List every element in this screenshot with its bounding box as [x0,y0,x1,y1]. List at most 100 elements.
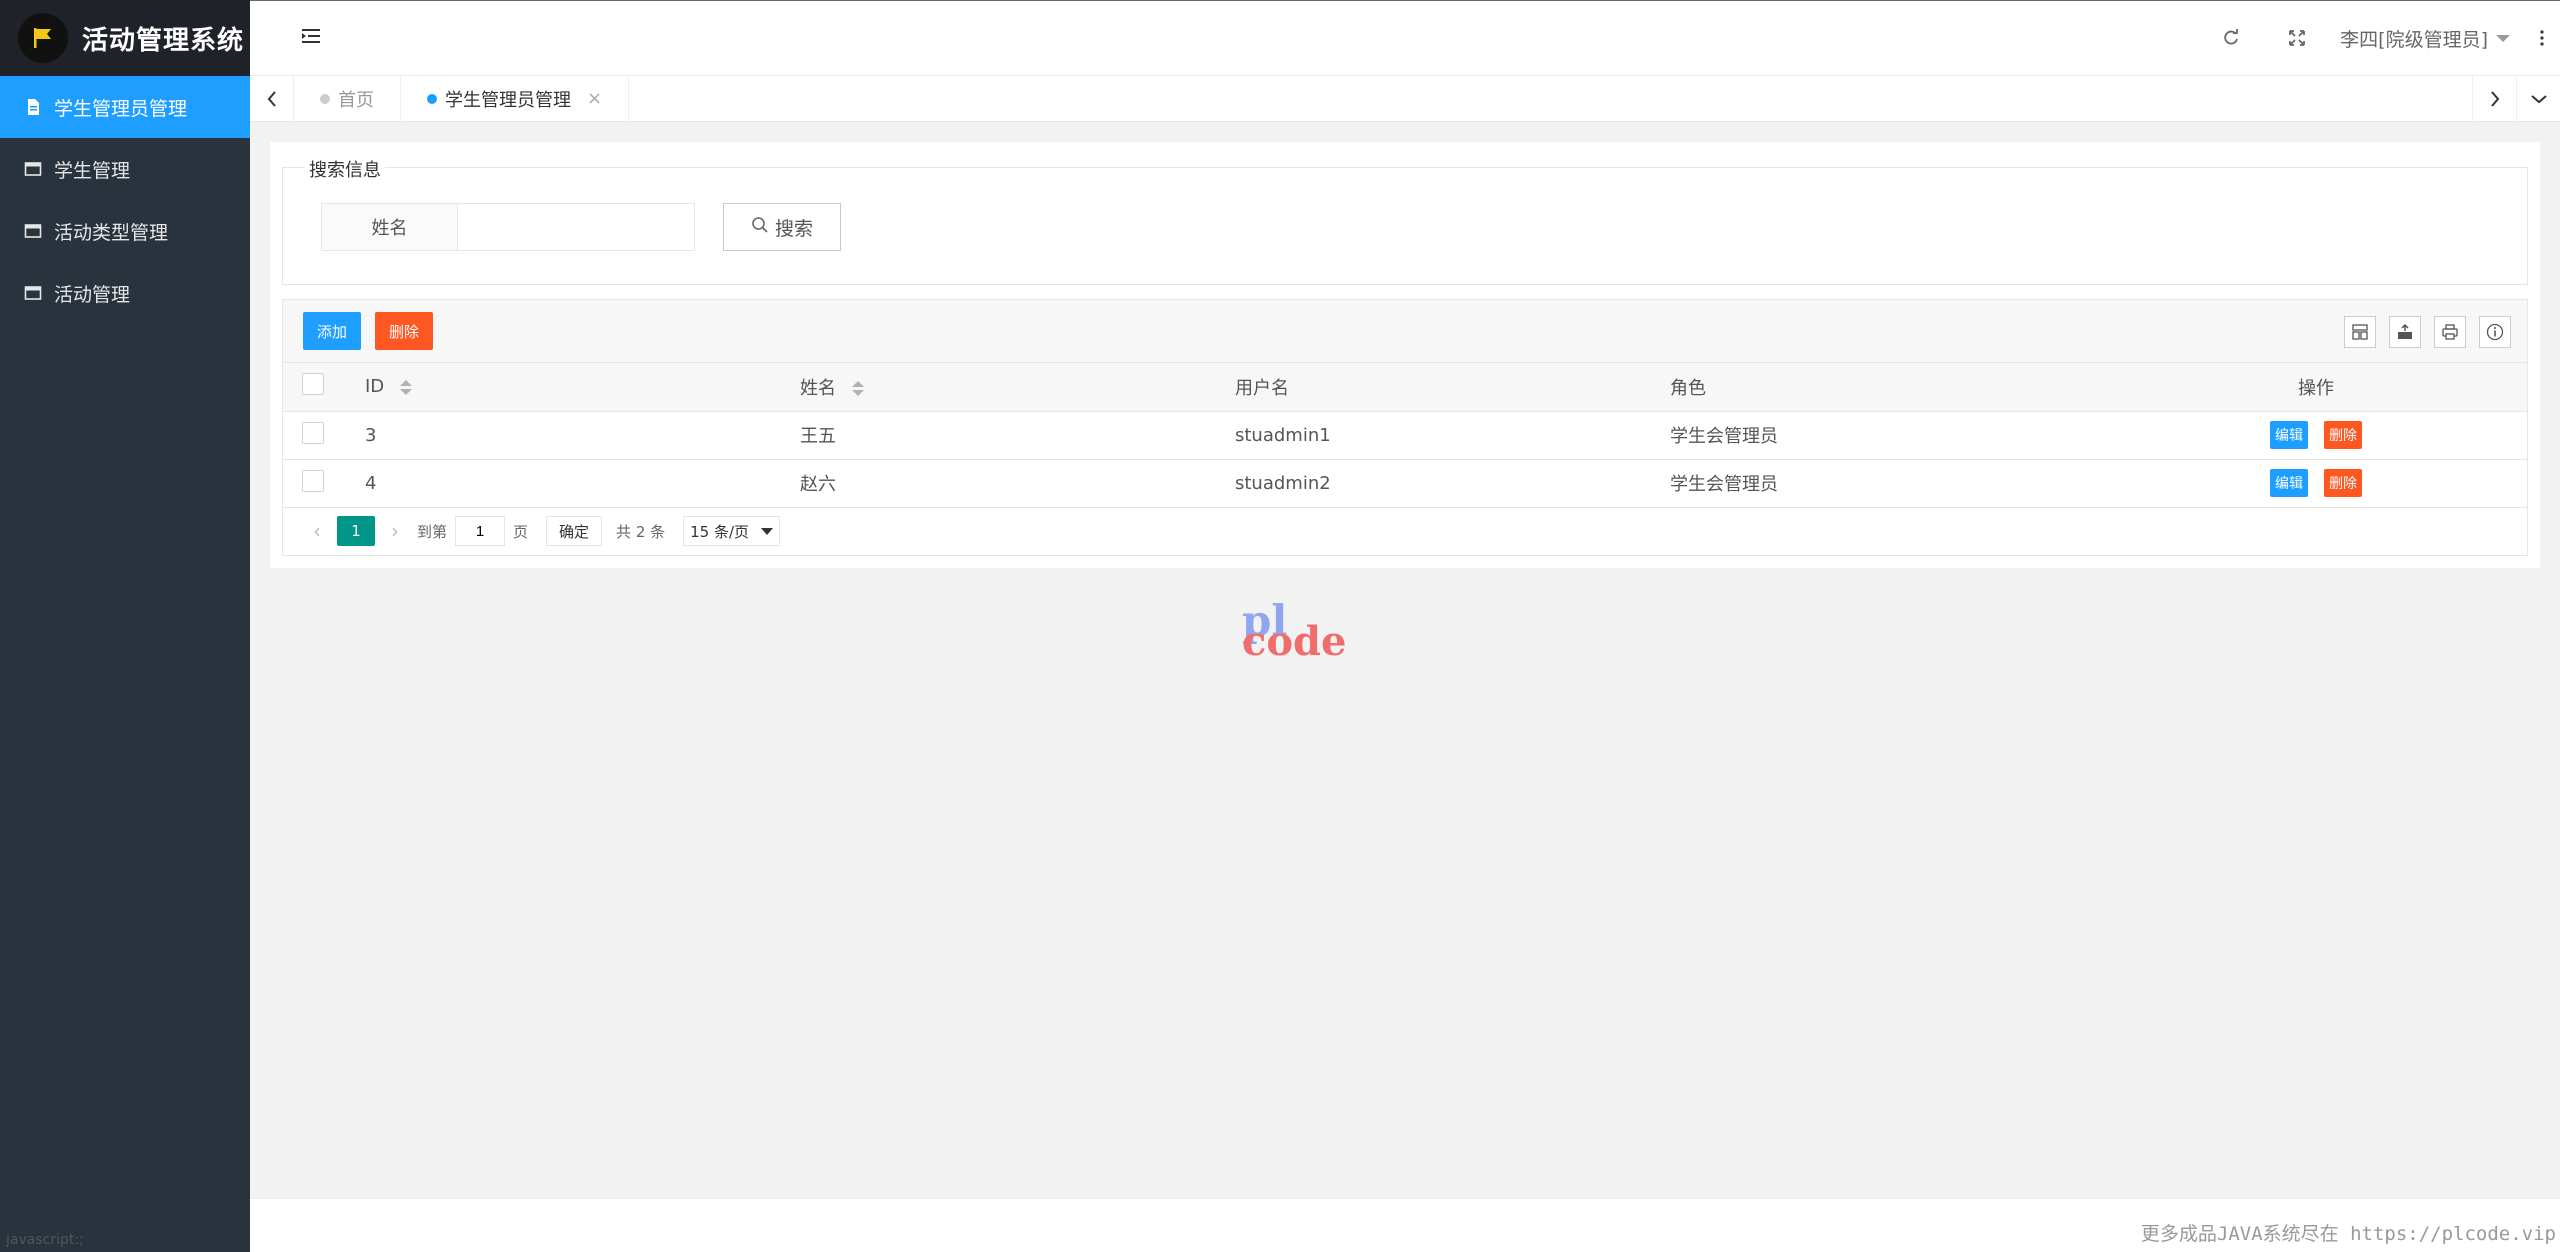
menu-toggle-icon[interactable] [302,27,322,49]
tab-student-admin[interactable]: 学生管理员管理 × [401,76,630,121]
header-actions: 李四[院级管理员] [2198,1,2560,75]
sidebar-item-label: 学生管理 [54,159,131,182]
edit-button[interactable]: 编辑 [2270,421,2308,449]
page-size-value: 15 条/页 [690,522,750,541]
table-toolbar: 添加 删除 [283,300,2527,363]
col-role-header: 角色 [1670,377,1706,399]
row-checkbox[interactable] [302,469,324,492]
row-select-cell [283,459,365,507]
page-unit-label: 页 [513,522,529,541]
top-header: 李四[院级管理员] [250,0,2560,76]
user-name: 李四[院级管理员] [2340,28,2488,51]
goto-label: 到第 [417,522,448,541]
flag-icon [18,13,68,63]
close-icon[interactable]: × [587,88,602,109]
sidebar-item-label: 活动类型管理 [54,221,169,244]
plcode-logo: pl code [1240,596,1346,666]
select-all-cell [283,363,365,411]
sidebar-menu: 学生管理员管理 学生管理 活动类型管理 活动管理 [0,76,250,324]
admin-table: ID 姓名 用户名 角色 操作 3 王五 stuadmin1 学生会管理员 编辑… [283,363,2527,508]
chevron-left-icon[interactable] [250,76,294,121]
name-search-input[interactable] [457,203,695,251]
chevron-down-icon [761,527,774,535]
status-link-text: javascript:; [6,1232,84,1248]
app-title: 活动管理系统 [82,25,245,56]
sidebar-item-activities[interactable]: 活动管理 [0,262,250,324]
caret-down-icon [2496,34,2510,42]
search-icon [751,216,775,239]
user-menu[interactable]: 李四[院级管理员] [2330,25,2524,52]
delete-button[interactable]: 删除 [2324,469,2362,497]
table-header-row: ID 姓名 用户名 角色 操作 [283,363,2527,411]
cell-name: 赵六 [800,474,836,495]
col-name-header[interactable]: 姓名 [800,363,1235,411]
refresh-icon[interactable] [2198,1,2264,75]
cell-name: 王五 [800,426,836,447]
page-footer: 更多成品JAVA系统尽在 https://plcode.vip [250,1198,2560,1252]
sidebar-item-student-admin[interactable]: 学生管理员管理 [0,76,250,138]
cell-role: 学生会管理员 [1670,474,1778,495]
page-current[interactable]: 1 [337,516,375,546]
tab-label: 首页 [338,89,374,111]
footer-text: 更多成品JAVA系统尽在 https://plcode.vip [2140,1223,2556,1245]
tab-label: 学生管理员管理 [445,89,571,111]
table-row: 3 王五 stuadmin1 学生会管理员 编辑 删除 [283,411,2527,459]
columns-filter-icon[interactable] [2344,316,2376,348]
prev-page-icon[interactable]: ‹ [303,519,331,543]
search-legend: 搜索信息 [305,156,385,182]
search-button-label: 搜索 [774,217,813,240]
export-icon[interactable] [2389,316,2421,348]
col-actions-header: 操作 [2298,377,2334,399]
cell-actions: 编辑 删除 [2105,459,2527,507]
batch-delete-button[interactable]: 删除 [375,312,434,350]
cell-username: stuadmin1 [1235,424,1331,446]
chevron-down-icon[interactable] [2516,76,2560,121]
goto-page-input[interactable] [455,516,506,546]
delete-button[interactable]: 删除 [2324,421,2362,449]
data-table-container: 添加 删除 ID 姓名 用户名 角色 操作 3 王五 stuadmin1 学生会… [282,299,2528,556]
window-icon [24,160,42,178]
main-panel: 搜索信息 姓名 搜索 添加 删除 ID 姓名 用户名 角色 操作 3 王五 st… [270,142,2540,568]
row-checkbox[interactable] [302,421,324,444]
total-count: 共 2 条 [616,522,666,541]
search-fieldset: 搜索信息 姓名 搜索 [282,156,2528,285]
search-button[interactable]: 搜索 [723,203,841,251]
row-select-cell [283,411,365,459]
sidebar-item-activity-types[interactable]: 活动类型管理 [0,200,250,262]
tab-dot-icon [427,93,437,104]
tab-dot-icon [320,93,330,104]
chevron-right-icon[interactable] [2472,76,2516,121]
col-username-header: 用户名 [1235,377,1289,399]
tab-home[interactable]: 首页 [294,76,401,121]
name-field-label: 姓名 [321,203,457,251]
sort-icon[interactable] [399,379,412,395]
search-row: 姓名 搜索 [321,203,841,251]
tabs-bar: 首页 学生管理员管理 × [250,76,2560,122]
col-id-header[interactable]: ID [365,363,800,411]
col-name-label: 姓名 [800,377,836,399]
info-icon[interactable] [2479,316,2511,348]
edit-button[interactable]: 编辑 [2270,469,2308,497]
app-logo[interactable]: 活动管理系统 [0,0,250,76]
more-vertical-icon[interactable] [2524,1,2560,75]
select-all-checkbox[interactable] [302,373,324,396]
table-tools [2331,316,2511,348]
cell-id: 3 [365,424,377,446]
tab-spacer [629,76,2472,121]
cell-actions: 编辑 删除 [2105,411,2527,459]
fullscreen-icon[interactable] [2264,1,2330,75]
print-icon[interactable] [2434,316,2466,348]
cell-id: 4 [365,472,377,494]
document-icon [24,98,42,116]
add-button[interactable]: 添加 [303,312,362,350]
sort-icon[interactable] [851,381,864,397]
table-row: 4 赵六 stuadmin2 学生会管理员 编辑 删除 [283,459,2527,507]
goto-confirm-button[interactable]: 确定 [546,516,603,546]
logo-code-text: code [1242,618,1347,665]
sidebar-item-label: 学生管理员管理 [54,97,188,120]
window-icon [24,284,42,302]
col-id-label: ID [365,376,385,398]
sidebar-item-students[interactable]: 学生管理 [0,138,250,200]
page-size-select[interactable]: 15 条/页 [683,516,781,546]
next-page-icon[interactable]: › [381,519,409,543]
